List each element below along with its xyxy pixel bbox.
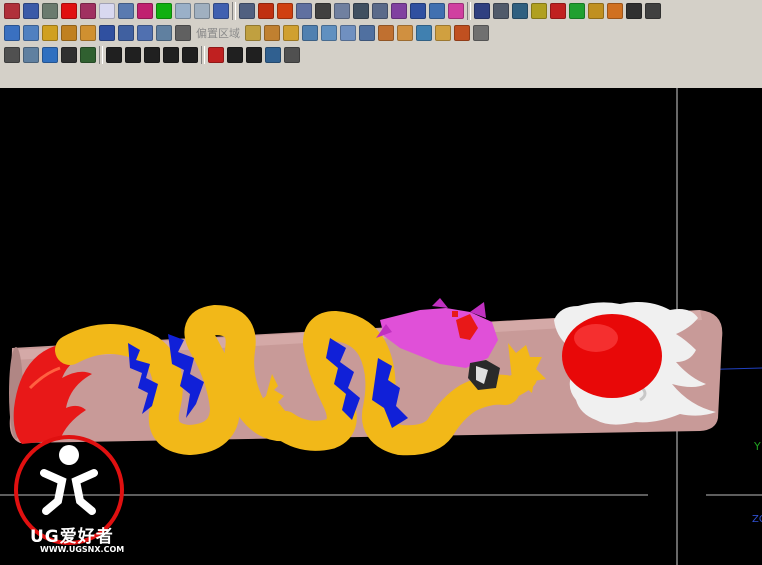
- surface-icon[interactable]: [283, 25, 299, 41]
- trim-body-icon[interactable]: [416, 25, 432, 41]
- line-icon[interactable]: [106, 47, 122, 63]
- list-icon[interactable]: [493, 3, 509, 19]
- sheet-icon[interactable]: [99, 3, 115, 19]
- face-icon[interactable]: [23, 25, 39, 41]
- offset-region-label[interactable]: 偏置区域: [194, 25, 242, 41]
- carved-cylinder-model[interactable]: [9, 298, 723, 456]
- gear-red-icon[interactable]: [258, 3, 274, 19]
- trim-icon[interactable]: [175, 3, 191, 19]
- shield-icon[interactable]: [454, 25, 470, 41]
- green-corner-icon[interactable]: [156, 3, 172, 19]
- grid-icon[interactable]: [80, 3, 96, 19]
- dots-icon[interactable]: [315, 3, 331, 19]
- patch-icon[interactable]: [321, 25, 337, 41]
- blend-icon[interactable]: [340, 25, 356, 41]
- yellow-shape-icon[interactable]: [42, 25, 58, 41]
- thicken-icon[interactable]: [245, 25, 261, 41]
- chamfer-icon[interactable]: [359, 25, 375, 41]
- selection-box-icon[interactable]: [4, 47, 20, 63]
- feature-toolbar: 偏置区域: [0, 22, 762, 44]
- points-icon[interactable]: [80, 47, 96, 63]
- pearl-highlight: [574, 324, 618, 352]
- circle-icon[interactable]: [208, 47, 224, 63]
- link-icon[interactable]: [334, 3, 350, 19]
- extrude-icon[interactable]: [80, 25, 96, 41]
- sweep-icon[interactable]: [137, 25, 153, 41]
- draft-icon[interactable]: [397, 25, 413, 41]
- tangent-icon[interactable]: [163, 47, 179, 63]
- frame-icon[interactable]: [372, 3, 388, 19]
- gear-orange-icon[interactable]: [277, 3, 293, 19]
- sketch-toolbar: [0, 44, 762, 66]
- feature-icon[interactable]: [156, 25, 172, 41]
- box-3d-icon[interactable]: [435, 25, 451, 41]
- shell-icon[interactable]: [264, 25, 280, 41]
- eraser-icon[interactable]: [23, 47, 39, 63]
- dark-icon[interactable]: [626, 3, 642, 19]
- purple-cube-icon[interactable]: [391, 3, 407, 19]
- toolbar-separator: [232, 2, 236, 20]
- snap-icon[interactable]: [118, 3, 134, 19]
- green-cube-icon[interactable]: [569, 3, 585, 19]
- axis-y-label: Y: [753, 440, 761, 453]
- mesh-icon[interactable]: [284, 47, 300, 63]
- graphics-viewport[interactable]: Y ZC UG爱好者 WWW.UGSNX.COM: [0, 88, 762, 565]
- dragon-eye: [452, 311, 458, 317]
- box-icon[interactable]: [429, 3, 445, 19]
- toolbar-area: 偏置区域: [0, 0, 762, 89]
- watermark-brand: UG爱好者: [30, 527, 114, 547]
- gold-icon[interactable]: [588, 3, 604, 19]
- yellow-x-icon[interactable]: [531, 3, 547, 19]
- red-cube-icon[interactable]: [550, 3, 566, 19]
- line-diag-icon[interactable]: [125, 47, 141, 63]
- cube-select-icon[interactable]: [42, 47, 58, 63]
- orange-icon[interactable]: [607, 3, 623, 19]
- plane-icon[interactable]: [239, 3, 255, 19]
- revolve-icon[interactable]: [118, 25, 134, 41]
- shape-icon[interactable]: [296, 3, 312, 19]
- folder-icon[interactable]: [4, 25, 20, 41]
- edit-icon[interactable]: [194, 3, 210, 19]
- sphere-icon[interactable]: [410, 3, 426, 19]
- open-part-icon[interactable]: [4, 3, 20, 19]
- standard-toolbar: [0, 0, 762, 22]
- cross-box-icon[interactable]: [512, 3, 528, 19]
- toolbar-separator: [467, 2, 471, 20]
- tool-icon[interactable]: [473, 25, 489, 41]
- offset-icon[interactable]: [175, 25, 191, 41]
- cube-outline-icon[interactable]: [353, 3, 369, 19]
- blue-block-icon[interactable]: [99, 25, 115, 41]
- curve-icon[interactable]: [137, 3, 153, 19]
- analysis-icon[interactable]: [265, 47, 281, 63]
- toolbar-separator: [201, 46, 205, 64]
- red-square-icon[interactable]: [61, 3, 77, 19]
- axis-z-label: ZC: [752, 514, 762, 525]
- dragon-pearl: [562, 314, 662, 398]
- watermark-url: WWW.UGSNX.COM: [40, 545, 125, 554]
- copy-layer-icon[interactable]: [42, 3, 58, 19]
- arc-icon[interactable]: [144, 47, 160, 63]
- pink-grid-icon[interactable]: [448, 3, 464, 19]
- logo-head-icon: [59, 445, 79, 465]
- crosshair-icon[interactable]: [227, 47, 243, 63]
- bag-icon[interactable]: [645, 3, 661, 19]
- point-icon[interactable]: [213, 3, 229, 19]
- dice-icon[interactable]: [61, 47, 77, 63]
- circle-target-icon[interactable]: [182, 47, 198, 63]
- slash-icon[interactable]: [246, 47, 262, 63]
- face-blend-icon[interactable]: [378, 25, 394, 41]
- logo-figure-icon: [40, 469, 98, 515]
- toolbar-separator: [99, 46, 103, 64]
- layer-settings-icon[interactable]: [23, 3, 39, 19]
- diagonal-icon[interactable]: [474, 3, 490, 19]
- solid-icon[interactable]: [61, 25, 77, 41]
- sew-icon[interactable]: [302, 25, 318, 41]
